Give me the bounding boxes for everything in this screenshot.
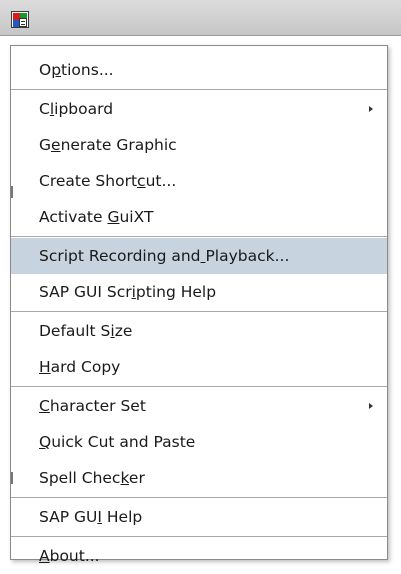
menu-item-label: Create Shortcut... (39, 172, 177, 190)
menu-item-label: Spell Checker (39, 469, 145, 487)
menu-item-options[interactable]: Options... (11, 52, 387, 88)
triangle-right-icon (369, 403, 373, 409)
menu-item-clipboard[interactable]: Clipboard (11, 91, 387, 127)
menu-item-sap-gui-help[interactable]: SAP GUI Help (11, 499, 387, 535)
menu-item-label: SAP GUI Help (39, 508, 143, 526)
icon-document (19, 18, 27, 27)
title-bar (0, 0, 401, 36)
sap-gui-system-icon[interactable] (11, 11, 29, 28)
menu-item-quick-cut-and-paste[interactable]: Quick Cut and Paste (11, 424, 387, 460)
menu-item-about[interactable]: About... (11, 538, 387, 574)
menu-item-label: Quick Cut and Paste (39, 433, 196, 451)
menu-separator (11, 89, 387, 90)
menu-item-spell-checker[interactable]: Spell Checker (11, 460, 387, 496)
menu-item-character-set[interactable]: Character Set (11, 388, 387, 424)
menu-item-label: SAP GUI Scripting Help (39, 283, 217, 301)
menu-item-label: Options... (39, 61, 114, 79)
menu-item-label: Script Recording and Playback... (39, 247, 290, 265)
menu-item-activate-guixt[interactable]: Activate GuiXT (11, 199, 387, 235)
menu-item-default-size[interactable]: Default Size (11, 313, 387, 349)
menu-item-sap-gui-scripting-help[interactable]: SAP GUI Scripting Help (11, 274, 387, 310)
menu-item-label: Activate GuiXT (39, 208, 154, 226)
menu-item-label: Default Size (39, 322, 133, 340)
menu-separator (11, 497, 387, 498)
menu-separator (11, 386, 387, 387)
menu-separator (11, 311, 387, 312)
menu-item-label: Generate Graphic (39, 136, 177, 154)
menu-item-label: Clipboard (39, 100, 114, 118)
menu-item-hard-copy[interactable]: Hard Copy (11, 349, 387, 385)
menu-item-script-recording-and-playback[interactable]: Script Recording and Playback... (11, 238, 387, 274)
triangle-right-icon (369, 106, 373, 112)
menu-item-label: Hard Copy (39, 358, 121, 376)
menu-item-label: Character Set (39, 397, 146, 415)
menu-item-generate-graphic[interactable]: Generate Graphic (11, 127, 387, 163)
menu-item-label: About... (39, 547, 100, 565)
menu-item-create-shortcut[interactable]: Create Shortcut... (11, 163, 387, 199)
menu-separator (11, 536, 387, 537)
menu-separator (11, 236, 387, 237)
system-menu: Options... Clipboard Generate Graphic Creat… (10, 45, 388, 565)
